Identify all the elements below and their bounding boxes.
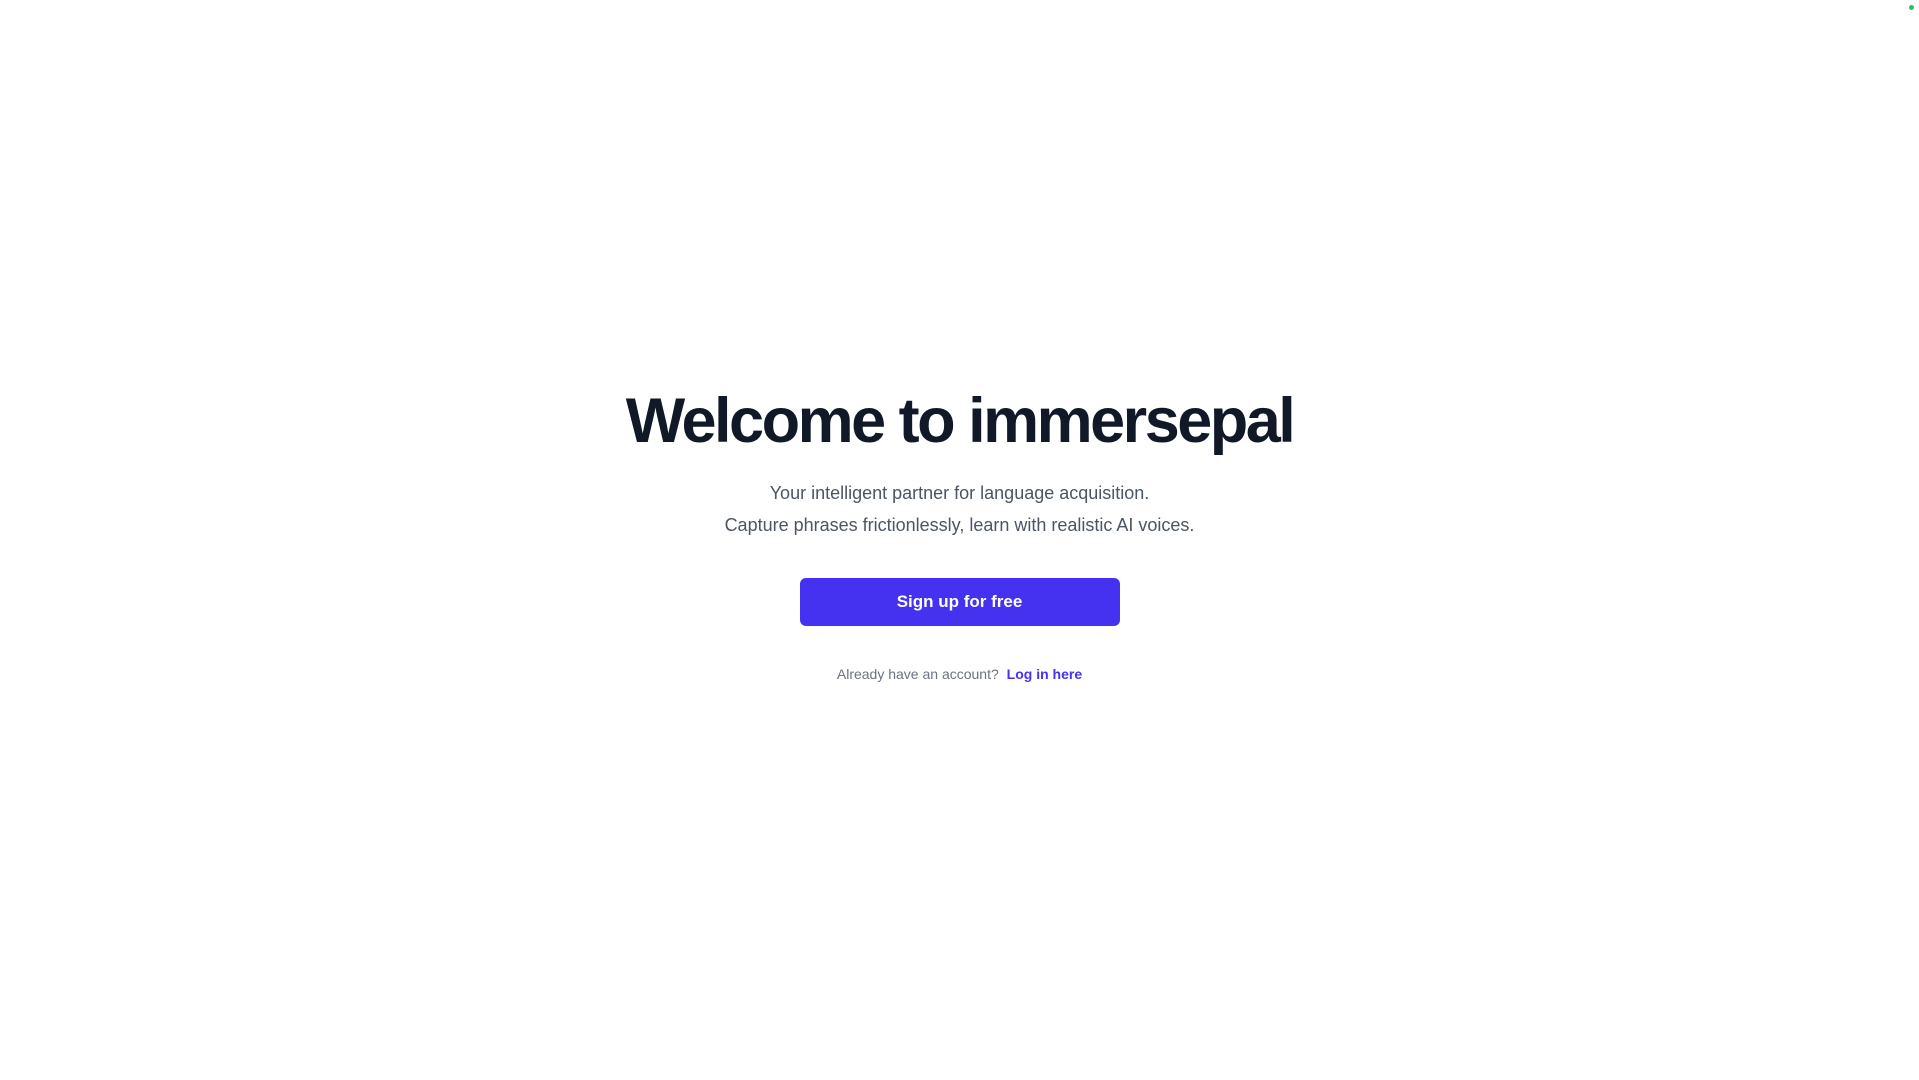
landing-page: Welcome to immersepal Your intelligent p… [0, 0, 1919, 1080]
tagline-line-2: Capture phrases frictionlessly, learn wi… [724, 515, 1195, 535]
login-prompt-text: Already have an account? [836, 666, 999, 682]
login-link[interactable]: Log in here [1007, 666, 1082, 682]
signup-button-label: Sign up for free [896, 592, 1023, 611]
hero-section: Welcome to immersepal Your intelligent p… [0, 385, 1919, 682]
login-prompt-row: Already have an account? Log in here [837, 666, 1082, 682]
signup-button[interactable]: Sign up for free [799, 578, 1120, 626]
tagline-line-1: Your intelligent partner for language ac… [769, 483, 1150, 503]
page-title: Welcome to immersepal [625, 386, 1296, 456]
status-dot-icon [1909, 5, 1914, 10]
